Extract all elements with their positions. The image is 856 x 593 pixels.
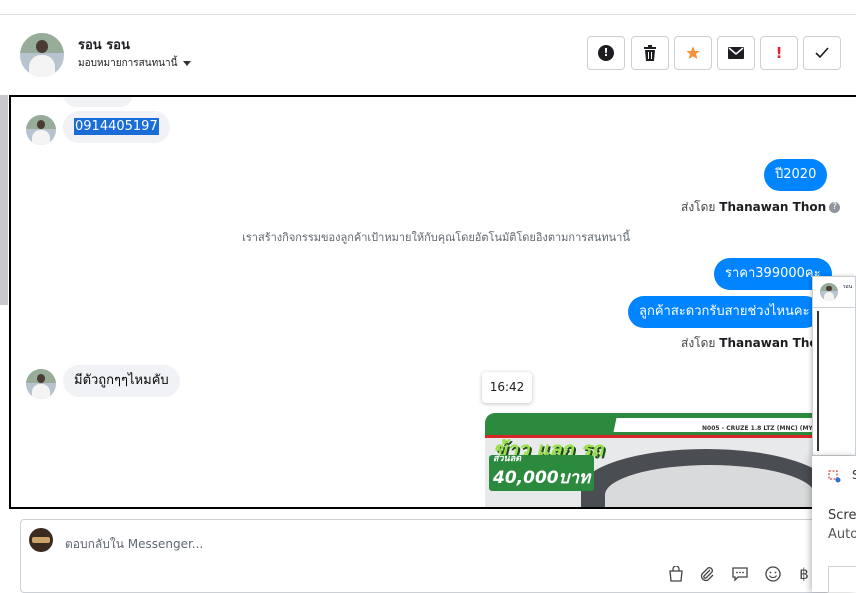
- phone-number-text: 0914405197: [74, 118, 159, 135]
- mark-done-button[interactable]: [803, 36, 841, 70]
- message-bubble-call-time[interactable]: ลูกค้าสะดวกรับสายช่วงไหนคะ: [628, 296, 821, 328]
- popup-title: S: [852, 468, 856, 482]
- paperclip-icon: [700, 567, 714, 582]
- message-bubble-cut[interactable]: [63, 97, 133, 107]
- reply-input[interactable]: ตอบกลับใน Messenger...: [65, 535, 203, 554]
- contact-avatar[interactable]: [20, 33, 64, 77]
- chat-bubble-icon: [732, 567, 748, 582]
- popup-line-2: Auto: [828, 527, 856, 542]
- ad-discount-label: ส่วนลด: [493, 454, 522, 464]
- shopping-bag-button[interactable]: [666, 564, 686, 584]
- message-thread[interactable]: 0914405197 ปี2020 ส่งโดย Thanawan Thon? …: [9, 95, 856, 509]
- mark-unread-button[interactable]: [717, 36, 755, 70]
- popup-name: รอน: [843, 284, 853, 290]
- check-icon: [815, 47, 829, 59]
- page-avatar: [29, 528, 53, 552]
- timestamp-tooltip: 16:42: [482, 372, 532, 403]
- ad-image-attachment[interactable]: N005 - CRUZE 1.8 LTZ (MNC) (MY15) ข้าว แ…: [485, 413, 825, 507]
- message-bubble-customer-reply[interactable]: มีตัวถูกๆๆไหมคับ: [63, 365, 180, 397]
- trash-icon: [644, 45, 656, 61]
- caret-down-icon: [183, 60, 192, 66]
- star-button[interactable]: [674, 36, 712, 70]
- message-bubble-year[interactable]: ปี2020: [764, 159, 828, 191]
- star-icon: [686, 46, 700, 59]
- attach-button[interactable]: [697, 564, 717, 584]
- ad-discount-amount: 40,000บาท: [493, 468, 591, 488]
- customer-avatar[interactable]: [26, 115, 56, 145]
- help-icon[interactable]: ?: [829, 202, 841, 213]
- delete-button[interactable]: [631, 36, 669, 70]
- system-note: เราสร้างกิจกรรมของลูกค้าเป้าหมายให้กับคุ…: [242, 231, 630, 244]
- ad-model-text: N005 - CRUZE 1.8 LTZ (MNC) (MY15): [702, 425, 824, 432]
- saved-replies-button[interactable]: [730, 564, 750, 584]
- assign-conversation-dropdown[interactable]: มอบหมายการสนทนานี้: [78, 56, 192, 71]
- popup-line-1: Scre: [828, 508, 856, 523]
- smiley-icon: [765, 566, 781, 582]
- shopping-bag-icon: [669, 566, 683, 582]
- customer-avatar-2[interactable]: [26, 369, 56, 399]
- follow-up-button[interactable]: !: [760, 36, 798, 70]
- sender-name[interactable]: Thanawan Thon: [719, 200, 826, 214]
- chat-popup-window[interactable]: รอน: [812, 276, 856, 456]
- ad-discount: ส่วนลด 40,000บาท: [489, 454, 595, 491]
- payment-button[interactable]: ฿: [794, 564, 814, 584]
- envelope-icon: [728, 47, 744, 59]
- mark-spam-button[interactable]: !: [587, 36, 625, 70]
- exclamation-icon: !: [775, 44, 783, 62]
- message-bubble-phone[interactable]: 0914405197: [63, 111, 170, 143]
- conversation-header: รอน รอน มอบหมายการสนทนานี้ ! !: [0, 15, 856, 95]
- popup-thumbnail[interactable]: [828, 566, 856, 592]
- sent-by-prefix: ส่งโดย: [681, 200, 716, 214]
- contact-name[interactable]: รอน รอน: [78, 34, 130, 55]
- sent-by-line-2: ส่งโดย Thanawan Thon: [681, 334, 826, 353]
- assign-label: มอบหมายการสนทนานี้: [78, 58, 178, 69]
- baht-icon: ฿: [799, 565, 809, 583]
- reply-composer[interactable]: ตอบกลับใน Messenger... ฿: [20, 519, 830, 593]
- sent-by-prefix-2: ส่งโดย: [681, 336, 716, 350]
- sender-name-2[interactable]: Thanawan Thon: [719, 336, 826, 350]
- left-scrollbar[interactable]: [0, 95, 8, 305]
- screenshot-popup[interactable]: S Scre Auto: [812, 456, 856, 592]
- popup-avatar: [820, 283, 838, 301]
- emoji-button[interactable]: [763, 564, 783, 584]
- sent-by-line: ส่งโดย Thanawan Thon?: [681, 198, 841, 217]
- snipping-tool-icon: [828, 470, 841, 483]
- alert-circle-icon: !: [598, 45, 614, 61]
